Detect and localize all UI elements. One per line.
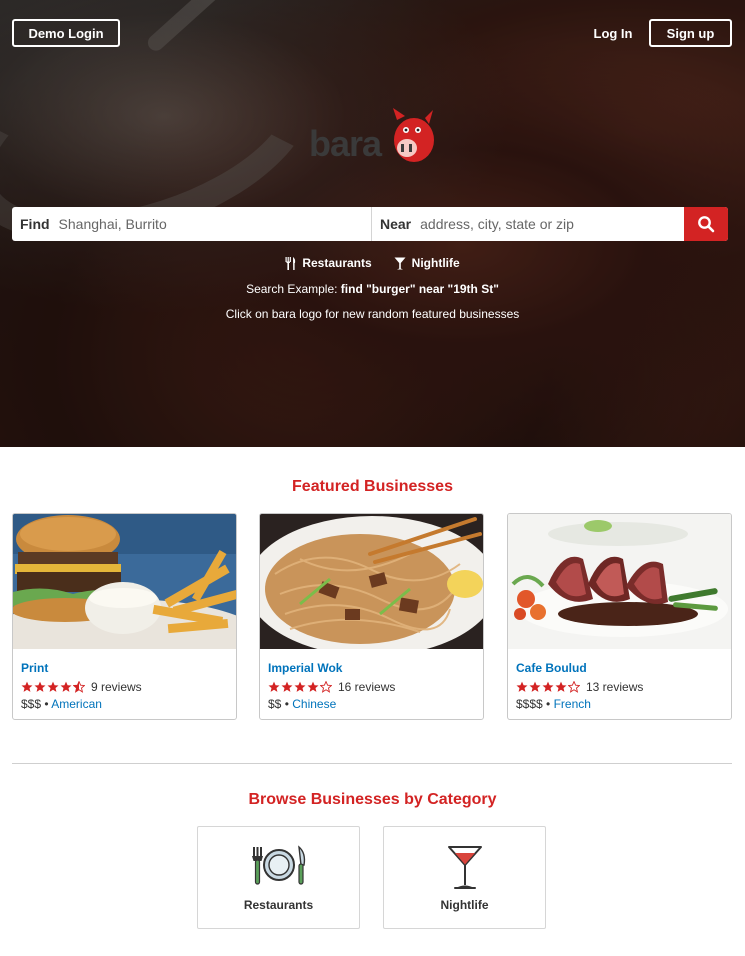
meta-separator: • [41, 697, 52, 711]
near-label: Near [380, 216, 412, 232]
hint-prefix: Search Example: [246, 282, 341, 296]
quick-link-label: Restaurants [302, 256, 372, 270]
star-full-icon [47, 681, 59, 692]
star-full-icon [555, 681, 567, 692]
quick-link-nightlife[interactable]: Nightlife [394, 254, 460, 272]
business-photo[interactable] [508, 514, 731, 649]
star-full-icon [268, 681, 280, 692]
star-rating [21, 681, 85, 693]
business-name-link[interactable]: Print [21, 660, 230, 676]
sign-up-button[interactable]: Sign up [649, 19, 732, 47]
business-meta: $$$$ • French [516, 696, 725, 712]
section-divider [12, 763, 732, 764]
business-card[interactable]: Print 9 reviews $$$ • American [12, 513, 237, 720]
star-empty-icon [568, 681, 580, 693]
business-info: Imperial Wok 16 reviews $$ • Chinese [268, 660, 477, 712]
search-button[interactable] [684, 207, 728, 241]
log-in-link[interactable]: Log In [586, 19, 640, 47]
star-rating [268, 681, 332, 693]
category-link[interactable]: Chinese [292, 697, 336, 711]
business-name-link[interactable]: Cafe Boulud [516, 660, 725, 676]
category-label: Restaurants [243, 898, 314, 912]
random-featured-hint: Click on bara logo for new random featur… [225, 307, 520, 321]
find-label: Find [20, 216, 50, 232]
star-half-icon [73, 681, 85, 693]
find-field: Find [12, 207, 372, 241]
browse-title: Browse Businesses by Category [248, 791, 497, 808]
star-full-icon [516, 681, 528, 692]
bara-mascot-icon [393, 108, 434, 162]
price-range: $$$$ [516, 697, 543, 711]
star-full-icon [529, 681, 541, 692]
category-card-nightlife[interactable]: Nightlife [383, 826, 546, 929]
business-info: Print 9 reviews $$$ • American [21, 660, 230, 712]
demo-login-button[interactable]: Demo Login [12, 19, 120, 47]
meta-separator: • [281, 697, 293, 711]
near-field: Near [372, 207, 684, 241]
business-photo[interactable] [13, 514, 236, 649]
plate-cutlery-icon [198, 845, 359, 893]
quick-category-links: Restaurants Nightlife [0, 254, 745, 272]
star-empty-icon [320, 681, 332, 693]
logo-text: bara [309, 123, 382, 164]
business-info: Cafe Boulud 13 reviews $$$$ • French [516, 660, 725, 712]
quick-link-label: Nightlife [411, 256, 460, 270]
martini-icon [384, 845, 545, 893]
category-link[interactable]: French [554, 697, 591, 711]
category-label: Nightlife [440, 898, 489, 912]
search-icon [698, 216, 715, 233]
rating-row: 16 reviews [268, 678, 477, 696]
business-card[interactable]: Cafe Boulud 13 reviews $$$$ • French [507, 513, 732, 720]
hint-query: find "burger" near "19th St" [340, 282, 499, 296]
search-bar: Find Near [12, 207, 728, 241]
rating-row: 9 reviews [21, 678, 230, 696]
star-full-icon [542, 681, 554, 692]
star-full-icon [21, 681, 33, 692]
business-name-link[interactable]: Imperial Wok [268, 660, 477, 676]
star-full-icon [60, 681, 72, 692]
search-example-hint: Search Example: find "burger" near "19th… [0, 282, 745, 296]
business-meta: $$$ • American [21, 696, 230, 712]
quick-link-restaurants[interactable]: Restaurants [285, 254, 372, 272]
business-meta: $$ • Chinese [268, 696, 477, 712]
review-count: 9 reviews [91, 680, 142, 694]
cocktail-icon [394, 257, 406, 269]
business-card[interactable]: Imperial Wok 16 reviews $$ • Chinese [259, 513, 484, 720]
star-full-icon [307, 681, 319, 692]
business-photo[interactable] [260, 514, 483, 649]
rating-row: 13 reviews [516, 678, 725, 696]
category-card-restaurants[interactable]: Restaurants [197, 826, 360, 929]
price-range: $$ [268, 697, 282, 711]
price-range: $$$ [21, 697, 42, 711]
near-input[interactable] [420, 216, 661, 232]
fork-knife-icon [285, 256, 296, 270]
meta-separator: • [542, 697, 554, 711]
hero-banner: Demo Login Log In Sign up bara Find Near [0, 0, 745, 447]
star-full-icon [281, 681, 293, 692]
review-count: 13 reviews [586, 680, 644, 694]
bara-logo[interactable]: bara [309, 104, 437, 166]
star-full-icon [34, 681, 46, 692]
review-count: 16 reviews [338, 680, 396, 694]
featured-title: Featured Businesses [292, 478, 453, 495]
star-full-icon [294, 681, 306, 692]
star-rating [516, 681, 580, 693]
category-link[interactable]: American [51, 697, 102, 711]
find-input[interactable] [58, 216, 299, 232]
